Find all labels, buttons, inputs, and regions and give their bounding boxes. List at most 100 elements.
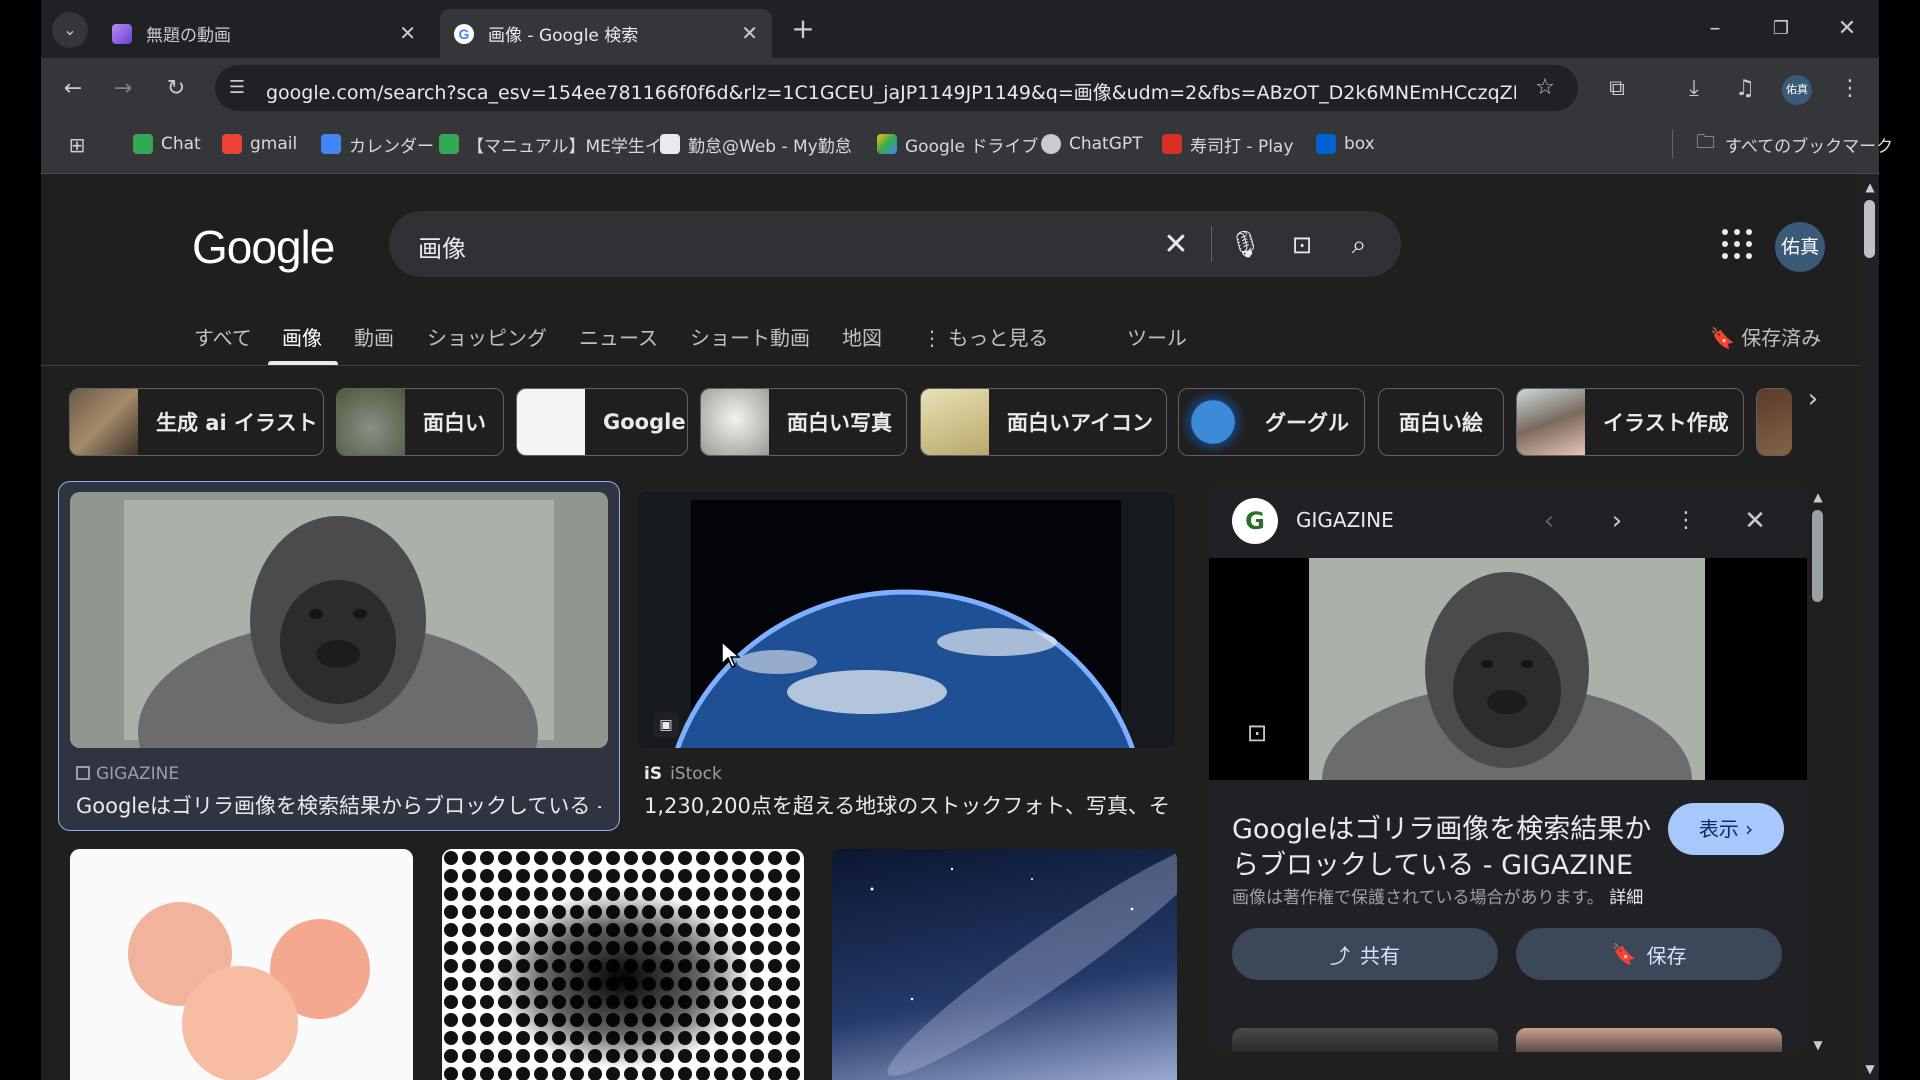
milky-way-image[interactable] <box>832 849 1177 1080</box>
tab-search-button[interactable]: ⌄ <box>52 12 88 48</box>
panel-close-icon[interactable]: ✕ <box>1740 506 1770 536</box>
window-close-button[interactable]: ✕ <box>1832 14 1862 44</box>
gigazine-favicon-icon <box>76 766 90 780</box>
tab-untitled-video[interactable]: 無題の動画 ✕ <box>98 9 430 58</box>
result-title[interactable]: Googleはゴリラ画像を検索結果からブロックしている -... <box>76 790 601 820</box>
gorilla-preview-illustration <box>1209 558 1807 780</box>
share-button[interactable]: ⤴ 共有 <box>1232 928 1498 980</box>
chip-funny-drawing[interactable]: 面白い絵 <box>1378 388 1504 456</box>
apps-grid-icon[interactable]: ⊞ <box>62 130 92 160</box>
panel-scroll-down-icon[interactable]: ▼ <box>1803 1030 1833 1060</box>
chip-gu-guru[interactable]: グーグル <box>1178 388 1365 456</box>
chip-google[interactable]: Google <box>516 388 688 456</box>
gorilla-image[interactable] <box>70 492 608 748</box>
panel-related-thumb[interactable] <box>1232 1028 1498 1052</box>
search-query[interactable]: 画像 <box>418 229 466 264</box>
tab-all[interactable]: すべて <box>194 322 252 351</box>
bookmark-star-icon[interactable]: ☆ <box>1530 73 1560 103</box>
bookmark-gmail[interactable]: gmail <box>222 130 297 158</box>
istock-icon: iS <box>644 764 663 784</box>
bookmark-calendar[interactable]: カレンダー <box>321 130 434 158</box>
account-avatar[interactable]: 佑真 <box>1775 222 1825 272</box>
page-scrollbar[interactable] <box>1860 174 1879 1080</box>
panel-related-thumb[interactable] <box>1516 1028 1782 1052</box>
bookmark-box[interactable]: box <box>1316 130 1375 158</box>
chip-thumbnail <box>921 389 989 455</box>
google-logo[interactable]: Google <box>192 220 335 274</box>
scroll-down-icon[interactable]: ▼ <box>1855 1054 1885 1080</box>
panel-preview-image[interactable] <box>1209 558 1807 780</box>
clear-search-icon[interactable]: ✕ <box>1157 226 1195 264</box>
panel-prev-icon[interactable]: ‹ <box>1534 506 1564 536</box>
earth-image[interactable] <box>637 492 1175 748</box>
extensions-icon[interactable]: ⧉ <box>1602 74 1632 104</box>
peach-image[interactable] <box>70 849 413 1080</box>
gorilla-illustration <box>70 492 608 748</box>
lens-camera-icon[interactable]: ⊡ <box>1283 226 1321 264</box>
reload-button[interactable]: ↻ <box>161 74 191 104</box>
tab-maps[interactable]: 地図 <box>842 322 882 351</box>
url-text[interactable]: google.com/search?sca_esv=154ee781166f0f… <box>266 78 1516 105</box>
tab-more[interactable]: ⋮ もっと見る <box>922 322 1048 351</box>
profile-avatar[interactable]: 佑真 <box>1782 75 1812 105</box>
view-button[interactable]: 表示 › <box>1668 803 1784 855</box>
box-icon <box>1316 134 1336 154</box>
chip-thumbnail <box>701 389 769 455</box>
bookmark-manual[interactable]: 【マニュアル】ME学生イ... <box>439 130 678 158</box>
panel-next-icon[interactable]: › <box>1602 506 1632 536</box>
details-link[interactable]: 詳細 <box>1609 888 1643 908</box>
download-icon[interactable]: ⤓ <box>1679 74 1709 104</box>
bookmark-drive[interactable]: Google ドライブ <box>877 130 1038 158</box>
optical-illusion-image[interactable] <box>442 849 804 1080</box>
nav-divider <box>41 365 1861 366</box>
saved-link[interactable]: 🔖 保存済み <box>1710 322 1821 351</box>
back-button[interactable]: ← <box>58 74 88 104</box>
page-scrollbar-thumb[interactable] <box>1864 200 1875 258</box>
bookmark-chatgpt[interactable]: ChatGPT <box>1041 130 1143 158</box>
site-info-icon[interactable]: ☰ <box>222 73 252 103</box>
tab-shopping[interactable]: ショッピング <box>427 322 547 351</box>
minimize-button[interactable]: – <box>1700 14 1730 44</box>
search-divider <box>1211 226 1212 262</box>
microphone-icon[interactable]: 🎙 <box>1226 226 1264 264</box>
tab-tools[interactable]: ツール <box>1127 322 1187 351</box>
save-button[interactable]: 🔖 保存 <box>1516 928 1782 980</box>
panel-more-icon[interactable]: ⋮ <box>1671 506 1701 536</box>
new-tab-button[interactable]: + <box>788 14 818 44</box>
chevron-right-icon: › <box>1745 817 1754 841</box>
chip-make-illustration[interactable]: イラスト作成 <box>1516 388 1744 456</box>
tab-videos[interactable]: 動画 <box>354 322 394 351</box>
panel-scrollbar-thumb[interactable] <box>1812 510 1823 602</box>
tab-short-videos[interactable]: ショート動画 <box>690 322 810 351</box>
close-icon[interactable]: ✕ <box>399 21 416 45</box>
illusion-illustration <box>442 849 804 1080</box>
google-apps-icon[interactable] <box>1722 229 1752 259</box>
panel-scroll-up-icon[interactable]: ▲ <box>1803 482 1833 512</box>
scroll-up-icon[interactable]: ▲ <box>1855 172 1885 202</box>
panel-title[interactable]: Googleはゴリラ画像を検索結果からブロックしている - GIGAZINE <box>1232 812 1652 884</box>
chip-funny[interactable]: 面白い <box>336 388 504 456</box>
kebab-menu-icon[interactable]: ⋮ <box>1835 74 1865 104</box>
tab-news[interactable]: ニュース <box>579 322 658 351</box>
bookmarks-divider <box>1672 130 1673 158</box>
result-title[interactable]: 1,230,200点を超える地球のストックフォト、写真、そ... <box>644 790 1169 820</box>
chevron-right-icon[interactable]: › <box>1798 384 1828 414</box>
lens-search-icon[interactable]: ⊡ <box>1242 718 1272 748</box>
all-bookmarks[interactable]: 🗀 すべてのブックマーク <box>1696 130 1893 158</box>
bookmark-attendance[interactable]: 勤怠@Web - My勤怠 <box>660 130 852 158</box>
chip-funny-photo[interactable]: 面白い写真 <box>700 388 907 456</box>
tab-images[interactable]: 画像 <box>282 322 322 351</box>
media-control-icon[interactable]: ♫ <box>1730 74 1760 104</box>
search-icon[interactable]: ⌕ <box>1340 226 1378 264</box>
close-icon[interactable]: ✕ <box>741 21 758 45</box>
tab-google-images[interactable]: G 画像 - Google 検索 ✕ <box>440 9 772 58</box>
restore-button[interactable]: ❐ <box>1766 14 1796 44</box>
chip-ai-illustration[interactable]: 生成 ai イラスト <box>69 388 324 456</box>
chip-partial[interactable] <box>1756 388 1792 456</box>
chip-funny-icon[interactable]: 面白いアイコン <box>920 388 1167 456</box>
forward-button[interactable]: → <box>108 74 138 104</box>
bookmark-chat[interactable]: Chat <box>133 130 201 158</box>
plus-cross-icon <box>439 134 459 154</box>
bookmark-sushida[interactable]: 寿司打 - Play <box>1162 130 1293 158</box>
panel-source[interactable]: GIGAZINE <box>1296 508 1394 532</box>
